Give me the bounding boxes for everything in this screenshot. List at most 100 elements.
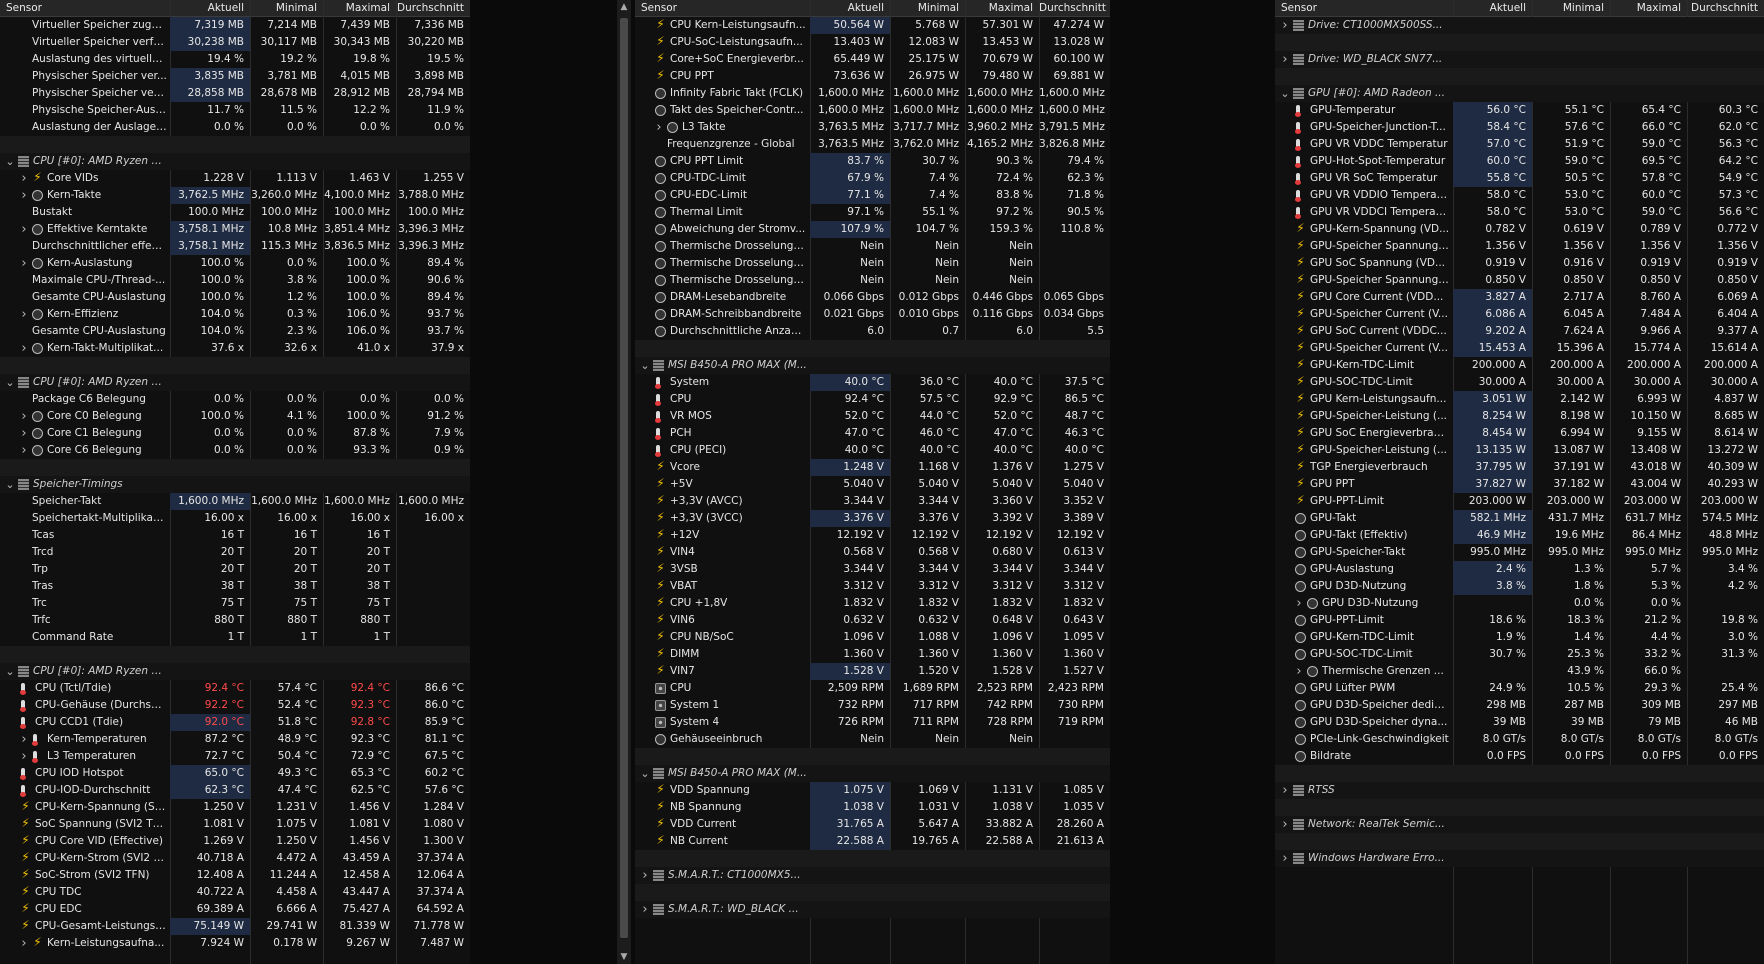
sensor-row[interactable]: Virtueller Speicher verfü... 30,238 MB 30,…	[0, 34, 470, 51]
header-sensor[interactable]: Sensor	[635, 0, 810, 17]
sensor-row[interactable]: Package C6 Belegung 0.0 % 0.0 % 0.0 % 0.0 %	[0, 391, 470, 408]
sensor-row[interactable]: Virtueller Speicher zuge... 7,319 MB 7,214…	[0, 17, 470, 34]
sensor-group-header[interactable]: ⌄ MSI B450-A PRO MAX (M...	[635, 765, 1110, 782]
expand-chevron-icon[interactable]: ›	[18, 255, 30, 272]
header-min[interactable]: Minimal	[1532, 0, 1610, 17]
header-current[interactable]: Aktuell	[810, 0, 890, 17]
sensor-row[interactable]: ⚡ CPU NB/SoC 1.096 V 1.088 V 1.096 V 1.095 V	[635, 629, 1110, 646]
sensor-row[interactable]: Speichertakt-Multiplikator 16.00 x 16.00 x…	[0, 510, 470, 527]
sensor-panel-middle[interactable]: Sensor Aktuell Minimal Maximal Durchschnitt ⚡…	[635, 0, 1110, 964]
sensor-row[interactable]: System 4 726 RPM 711 RPM 728 RPM 719 RPM	[635, 714, 1110, 731]
sensor-row[interactable]: GPU VR SoC Temperatur 55.8 °C 50.5 °C 57.8 …	[1275, 170, 1764, 187]
sensor-row[interactable]: Gehäuseeinbruch Nein Nein Nein	[635, 731, 1110, 748]
sensor-row[interactable]: ⚡ VIN6 0.632 V 0.632 V 0.648 V 0.643 V	[635, 612, 1110, 629]
sensor-row[interactable]: ⚡ VDD Current 31.765 A 5.647 A 33.882 A 28.26…	[635, 816, 1110, 833]
sensor-row[interactable]: CPU (PECI) 40.0 °C 40.0 °C 40.0 °C 40.0 °C	[635, 442, 1110, 459]
sensor-row[interactable]: › Kern-Takte 3,762.5 MHz 3,260.0 MHz 4,100.0…	[0, 187, 470, 204]
sensor-row[interactable]: ⚡ +3,3V (AVCC) 3.344 V 3.344 V 3.360 V 3.352 …	[635, 493, 1110, 510]
sensor-row[interactable]: GPU VR VDDCI Temperatur 58.0 °C 53.0 °C 59.…	[1275, 204, 1764, 221]
scroll-down-icon[interactable]: ▼	[617, 950, 631, 964]
expand-chevron-icon[interactable]: ›	[1279, 850, 1291, 867]
sensor-group-header[interactable]: › Network: RealTek Semic...	[1275, 816, 1764, 833]
expand-chevron-icon[interactable]: ›	[18, 340, 30, 357]
expand-chevron-icon[interactable]: ›	[1293, 663, 1305, 680]
sensor-row[interactable]: ⚡ GPU-SOC-TDC-Limit 30.000 A 30.000 A 30.000…	[1275, 374, 1764, 391]
header-avg[interactable]: Durchschnitt	[1687, 0, 1764, 17]
expand-chevron-icon[interactable]: ›	[1279, 17, 1291, 34]
expand-chevron-icon[interactable]: ›	[18, 442, 30, 459]
sensor-row[interactable]: GPU-PPT-Limit 18.6 % 18.3 % 21.2 % 19.8 %	[1275, 612, 1764, 629]
sensor-group-header[interactable]: ⌄ CPU [#0]: AMD Ryzen 5 ...	[0, 663, 470, 680]
sensor-row[interactable]: › Thermische Grenzen ... 43.9 % 66.0 %	[1275, 663, 1764, 680]
sensor-row[interactable]: ⚡ GPU SoC Spannung (VD... 0.919 V 0.916 V 0.…	[1275, 255, 1764, 272]
sensor-row[interactable]: GPU-Speicher-Takt 995.0 MHz 995.0 MHz 995.0…	[1275, 544, 1764, 561]
header-min[interactable]: Minimal	[890, 0, 965, 17]
collapse-chevron-icon[interactable]: ⌄	[4, 374, 16, 391]
sensor-row[interactable]: GPU-Hot-Spot-Temperatur 60.0 °C 59.0 °C 69.…	[1275, 153, 1764, 170]
sensor-row[interactable]: Thermische Drosselung (... Nein Nein Nein	[635, 238, 1110, 255]
header-current[interactable]: Aktuell	[1453, 0, 1532, 17]
sensor-row[interactable]: GPU VR VDDC Temperatur 57.0 °C 51.9 °C 59.0…	[1275, 136, 1764, 153]
sensor-row[interactable]: ⚡ CPU PPT 73.636 W 26.975 W 79.480 W 69.881 W	[635, 68, 1110, 85]
sensor-row[interactable]: ⚡ GPU-Speicher Spannung ... 1.356 V 1.356 V…	[1275, 238, 1764, 255]
sensor-row[interactable]: CPU 92.4 °C 57.5 °C 92.9 °C 86.5 °C	[635, 391, 1110, 408]
sensor-row[interactable]: Thermische Drosselung (... Nein Nein Nein	[635, 255, 1110, 272]
sensor-row[interactable]: ⚡ CPU TDC 40.722 A 4.458 A 43.447 A 37.374 A	[0, 884, 470, 901]
header-max[interactable]: Maximal	[1610, 0, 1687, 17]
sensor-row[interactable]: › Kern-Takt-Multiplikat... 37.6 x 32.6 x 41.…	[0, 340, 470, 357]
sensor-row[interactable]: ⚡ 3VSB 3.344 V 3.344 V 3.344 V 3.344 V	[635, 561, 1110, 578]
sensor-row[interactable]: ⚡ CPU-Gesamt-Leistungsa... 75.149 W 29.741 …	[0, 918, 470, 935]
sensor-row[interactable]: Takt des Speicher-Contr... 1,600.0 MHz 1,6…	[635, 102, 1110, 119]
sensor-row[interactable]: GPU D3D-Nutzung 3.8 % 1.8 % 5.3 % 4.2 %	[1275, 578, 1764, 595]
expand-chevron-icon[interactable]: ›	[1279, 51, 1291, 68]
sensor-row[interactable]: ⚡ GPU-Speicher Current (V... 6.086 A 6.045 …	[1275, 306, 1764, 323]
sensor-row[interactable]: ⚡ CPU-SoC-Leistungsaufn... 13.403 W 12.083 …	[635, 34, 1110, 51]
sensor-row[interactable]: GPU-Auslastung 2.4 % 1.3 % 5.7 % 3.4 %	[1275, 561, 1764, 578]
sensor-row[interactable]: Tras 38 T 38 T 38 T	[0, 578, 470, 595]
sensor-row[interactable]: Infinity Fabric Takt (FCLK) 1,600.0 MHz 1,…	[635, 85, 1110, 102]
sensor-row[interactable]: Physischer Speicher verf... 28,858 MB 28,6…	[0, 85, 470, 102]
sensor-row[interactable]: CPU IOD Hotspot 65.0 °C 49.3 °C 65.3 °C 60.2…	[0, 765, 470, 782]
sensor-row[interactable]: Gesamte CPU-Auslastung 100.0 % 1.2 % 100.0 …	[0, 289, 470, 306]
sensor-row[interactable]: Gesamte CPU-Auslastung 104.0 % 2.3 % 106.0 …	[0, 323, 470, 340]
sensor-row[interactable]: CPU CCD1 (Tdie) 92.0 °C 51.8 °C 92.8 °C 85.9…	[0, 714, 470, 731]
sensor-row[interactable]: › ⚡ Kern-Leistungsaufna... 7.924 W 0.178 W 9.…	[0, 935, 470, 952]
sensor-row[interactable]: Durchschnittliche Anzahl ... 6.0 0.7 6.0 5.5	[635, 323, 1110, 340]
scroll-up-icon[interactable]: ▲	[617, 0, 631, 14]
sensor-row[interactable]: ⚡ +5V 5.040 V 5.040 V 5.040 V 5.040 V	[635, 476, 1110, 493]
sensor-row[interactable]: › Effektive Kerntakte 3,758.1 MHz 10.8 MHz 3…	[0, 221, 470, 238]
sensor-row[interactable]: ⚡ CPU EDC 69.389 A 6.666 A 75.427 A 64.592 A	[0, 901, 470, 918]
sensor-row[interactable]: GPU-Takt (Effektiv) 46.9 MHz 19.6 MHz 86.4 …	[1275, 527, 1764, 544]
sensor-row[interactable]: ⚡ GPU-Speicher-Leistung (... 8.254 W 8.198 …	[1275, 408, 1764, 425]
sensor-group-header[interactable]: ⌄ Speicher-Timings	[0, 476, 470, 493]
sensor-row[interactable]: › GPU D3D-Nutzung 0.0 % 0.0 %	[1275, 595, 1764, 612]
expand-chevron-icon[interactable]: ›	[1279, 816, 1291, 833]
sensor-row[interactable]: ⚡ GPU Core Current (VDD... 3.827 A 2.717 A 8…	[1275, 289, 1764, 306]
sensor-row[interactable]: Auslastung des virtuelle... 19.4 % 19.2 % 1…	[0, 51, 470, 68]
sensor-row[interactable]: ⚡ CPU Kern-Leistungsaufn... 50.564 W 5.768 …	[635, 17, 1110, 34]
sensor-row[interactable]: GPU-SOC-TDC-Limit 30.7 % 25.3 % 33.2 % 31.3 …	[1275, 646, 1764, 663]
sensor-row[interactable]: DRAM-Lesebandbreite 0.066 Gbps 0.012 Gbps 0…	[635, 289, 1110, 306]
sensor-row[interactable]: ⚡ TGP Energieverbrauch 37.795 W 37.191 W 43.…	[1275, 459, 1764, 476]
sensor-row[interactable]: Trfc 880 T 880 T 880 T	[0, 612, 470, 629]
expand-chevron-icon[interactable]: ›	[639, 901, 651, 918]
sensor-group-header[interactable]: ⌄ CPU [#0]: AMD Ryzen 5 ...	[0, 374, 470, 391]
sensor-row[interactable]: ⚡ GPU-Speicher-Leistung (... 13.135 W 13.08…	[1275, 442, 1764, 459]
sensor-row[interactable]: CPU-TDC-Limit 67.9 % 7.4 % 72.4 % 62.3 %	[635, 170, 1110, 187]
sensor-row[interactable]: › Core C6 Belegung 0.0 % 0.0 % 93.3 % 0.9 %	[0, 442, 470, 459]
sensor-row[interactable]: ⚡ SoC Spannung (SVI2 TFN) 1.081 V 1.075 V 1.…	[0, 816, 470, 833]
sensor-row[interactable]: ⚡ VDD Spannung 1.075 V 1.069 V 1.131 V 1.085 …	[635, 782, 1110, 799]
sensor-row[interactable]: VR MOS 52.0 °C 44.0 °C 52.0 °C 48.7 °C	[635, 408, 1110, 425]
sensor-row[interactable]: CPU-Gehäuse (Durchsch... 92.2 °C 52.4 °C 92…	[0, 697, 470, 714]
sensor-row[interactable]: ⚡ +3,3V (3VCC) 3.376 V 3.376 V 3.392 V 3.389 …	[635, 510, 1110, 527]
header-sensor[interactable]: Sensor	[0, 0, 170, 17]
expand-chevron-icon[interactable]: ›	[18, 187, 30, 204]
sensor-row[interactable]: GPU-Kern-TDC-Limit 1.9 % 1.4 % 4.4 % 3.0 %	[1275, 629, 1764, 646]
sensor-row[interactable]: System 1 732 RPM 717 RPM 742 RPM 730 RPM	[635, 697, 1110, 714]
sensor-row[interactable]: › Core C0 Belegung 100.0 % 4.1 % 100.0 % 91.2…	[0, 408, 470, 425]
sensor-group-header[interactable]: › Drive: WD_BLACK SN77...	[1275, 51, 1764, 68]
expand-chevron-icon[interactable]: ›	[18, 408, 30, 425]
sensor-row[interactable]: › Kern-Auslastung 100.0 % 0.0 % 100.0 % 89.4 …	[0, 255, 470, 272]
sensor-row[interactable]: CPU-IOD-Durchschnitt 62.3 °C 47.4 °C 62.5 °…	[0, 782, 470, 799]
sensor-row[interactable]: Tcas 16 T 16 T 16 T	[0, 527, 470, 544]
